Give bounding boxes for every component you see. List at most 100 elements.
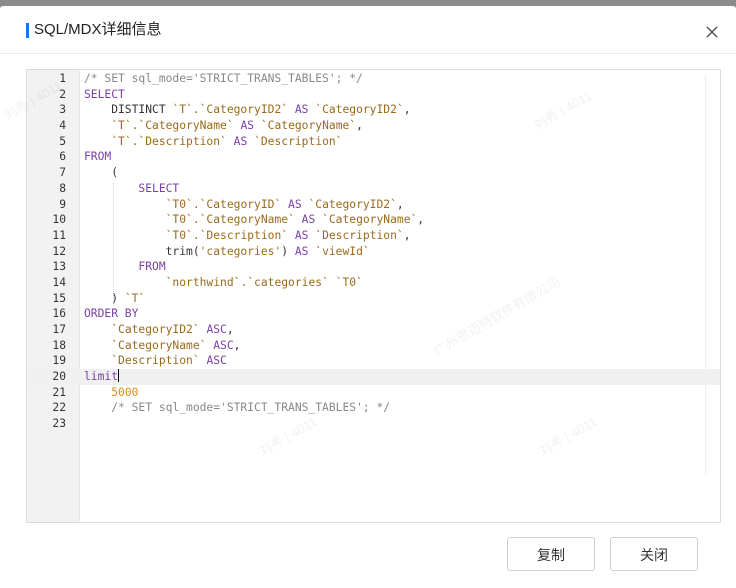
code-line[interactable]: 14 `northwind`.`categories` `T0` bbox=[27, 275, 720, 291]
code-token: , bbox=[403, 228, 411, 242]
code-token: ) bbox=[281, 244, 295, 258]
code-line[interactable]: 3 DISTINCT `T`.`CategoryID2` AS `Categor… bbox=[27, 102, 720, 118]
code-token: , bbox=[396, 197, 404, 211]
code-line[interactable]: 20 limit bbox=[27, 369, 720, 385]
code-line[interactable]: 7 ( bbox=[27, 165, 720, 181]
code-text: `Description` ASC bbox=[84, 353, 227, 369]
code-text: /* SET sql_mode='STRICT_TRANS_TABLES'; *… bbox=[84, 400, 390, 416]
line-number: 13 bbox=[52, 260, 66, 274]
code-text: ( bbox=[84, 165, 118, 181]
code-line[interactable]: 16 ORDER BY bbox=[27, 306, 720, 322]
line-number: 9 bbox=[59, 197, 66, 211]
code-token: 5000 bbox=[111, 385, 139, 399]
sql-code-editor[interactable]: 1 /* SET sql_mode='STRICT_TRANS_TABLES'; … bbox=[26, 69, 721, 523]
code-line[interactable]: 1 /* SET sql_mode='STRICT_TRANS_TABLES'; … bbox=[27, 71, 720, 87]
close-icon[interactable] bbox=[704, 24, 720, 40]
code-token: , bbox=[233, 338, 241, 352]
vertical-scrollbar[interactable] bbox=[705, 74, 706, 474]
code-line[interactable]: 15 ) `T` bbox=[27, 291, 720, 307]
code-token: ASC bbox=[206, 338, 234, 352]
code-line[interactable]: 22 /* SET sql_mode='STRICT_TRANS_TABLES'… bbox=[27, 400, 720, 416]
code-token: 'categories' bbox=[199, 244, 282, 258]
code-text: `T0`.`CategoryID` AS `CategoryID2`, bbox=[84, 197, 404, 213]
code-line[interactable]: 12 trim('categories') AS `viewId` bbox=[27, 244, 720, 260]
code-line[interactable]: 5 `T`.`Description` AS `Description` bbox=[27, 134, 720, 150]
code-token: `T0`.`CategoryName` bbox=[165, 213, 295, 227]
code-token: `T`.`CategoryID2` bbox=[172, 103, 289, 117]
code-token: DISTINCT bbox=[84, 103, 173, 117]
code-token: AS bbox=[288, 103, 316, 117]
code-token: `CategoryID2` bbox=[308, 197, 397, 211]
code-token: `CategoryID2` bbox=[111, 323, 200, 336]
line-number: 19 bbox=[52, 354, 66, 368]
code-line[interactable]: 9 `T0`.`CategoryID` AS `CategoryID2`, bbox=[27, 197, 720, 213]
code-line[interactable]: 13 FROM bbox=[27, 259, 720, 275]
code-token: , bbox=[417, 213, 425, 227]
sql-detail-dialog: SQL/MDX详细信息 1 /* SET sql_mode='STRICT_TRA… bbox=[0, 6, 736, 588]
code-line[interactable]: 4 `T`.`CategoryName` AS `CategoryName`, bbox=[27, 118, 720, 134]
title-accent-bar bbox=[26, 23, 29, 38]
code-text: `T0`.`CategoryName` AS `CategoryName`, bbox=[84, 212, 424, 228]
code-token: SELECT bbox=[84, 181, 180, 195]
line-number: 10 bbox=[52, 213, 66, 227]
code-line[interactable]: 18 `CategoryName` ASC, bbox=[27, 338, 720, 354]
code-line[interactable]: 6 FROM bbox=[27, 149, 720, 165]
code-text: trim('categories') AS `viewId` bbox=[84, 244, 370, 260]
code-token: /* SET sql_mode='STRICT_TRANS_TABLES'; *… bbox=[84, 401, 391, 415]
code-line[interactable]: 11 `T0`.`Description` AS `Description`, bbox=[27, 228, 720, 244]
code-token: `T0`.`CategoryID` bbox=[165, 197, 282, 211]
code-token: `Description` bbox=[254, 134, 343, 148]
line-number: 17 bbox=[52, 323, 66, 336]
close-button[interactable]: 关闭 bbox=[610, 537, 698, 571]
line-number: 2 bbox=[59, 87, 66, 101]
code-line[interactable]: 23 bbox=[27, 416, 720, 432]
code-token: /* SET sql_mode='STRICT_TRANS_TABLES'; *… bbox=[84, 72, 363, 85]
code-line[interactable]: 2 SELECT bbox=[27, 87, 720, 103]
code-line[interactable]: 19 `Description` ASC bbox=[27, 353, 720, 369]
code-token: AS bbox=[294, 244, 316, 258]
line-number: 6 bbox=[59, 150, 66, 164]
code-token: , bbox=[356, 119, 363, 133]
code-text: `T0`.`Description` AS `Description`, bbox=[84, 228, 411, 244]
code-line[interactable]: 10 `T0`.`CategoryName` AS `CategoryName`… bbox=[27, 212, 720, 228]
code-token: , bbox=[226, 323, 234, 336]
code-token: ASC bbox=[199, 323, 227, 336]
code-token: SELECT bbox=[84, 87, 125, 101]
code-token: `T` bbox=[124, 291, 146, 305]
code-token: `CategoryName` bbox=[322, 213, 418, 227]
code-token: ( bbox=[84, 166, 119, 180]
code-line[interactable]: 8 SELECT bbox=[27, 181, 720, 197]
code-token: AS bbox=[281, 197, 309, 211]
code-token: AS bbox=[288, 228, 316, 242]
code-token: AS bbox=[233, 119, 261, 133]
code-line[interactable]: 21 5000 bbox=[27, 385, 720, 401]
line-number: 21 bbox=[52, 385, 66, 399]
line-number: 5 bbox=[59, 134, 66, 148]
code-token: `T0`.`Description` bbox=[165, 228, 289, 242]
code-text: SELECT bbox=[84, 181, 179, 197]
code-token: ) bbox=[84, 291, 125, 305]
line-number: 15 bbox=[52, 291, 66, 305]
code-token: `northwind`.`categories` `T0` bbox=[165, 275, 363, 289]
code-text: 5000 bbox=[84, 385, 138, 401]
close-icon-glyph bbox=[706, 26, 718, 38]
code-token: `Description` bbox=[315, 228, 404, 242]
line-number: 11 bbox=[52, 228, 66, 242]
code-token: `T`.`Description` bbox=[111, 134, 227, 148]
code-line[interactable]: 17 `CategoryID2` ASC, bbox=[27, 322, 720, 338]
code-text: limit bbox=[84, 369, 120, 385]
code-token: `CategoryID2` bbox=[315, 103, 404, 117]
code-text: `northwind`.`categories` `T0` bbox=[84, 275, 363, 291]
code-token: limit bbox=[84, 370, 119, 384]
copy-button[interactable]: 复制 bbox=[507, 537, 595, 571]
code-token: ASC bbox=[199, 354, 227, 368]
